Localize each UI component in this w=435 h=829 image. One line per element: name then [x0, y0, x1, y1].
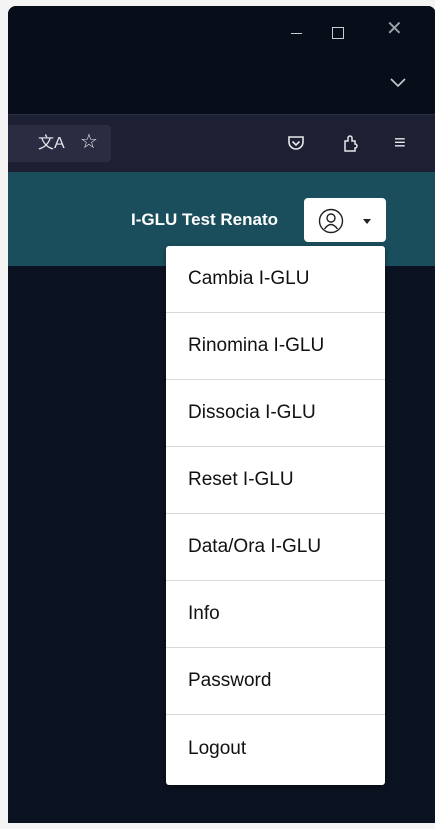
menu-item-data-ora[interactable]: Data/Ora I-GLU — [166, 514, 385, 581]
minimize-icon[interactable] — [291, 33, 302, 34]
chevron-down-icon[interactable] — [390, 78, 406, 88]
bookmark-star-icon[interactable]: ☆ — [80, 132, 98, 152]
menu-item-rinomina[interactable]: Rinomina I-GLU — [166, 313, 385, 380]
user-circle-icon — [318, 208, 344, 234]
translate-icon[interactable]: 文A — [38, 134, 65, 154]
close-icon[interactable]: ✕ — [386, 19, 403, 39]
extensions-icon[interactable] — [341, 133, 361, 153]
menu-item-dissocia[interactable]: Dissocia I-GLU — [166, 380, 385, 447]
menu-icon[interactable]: ≡ — [394, 133, 406, 153]
maximize-icon[interactable] — [332, 27, 344, 39]
menu-item-password[interactable]: Password — [166, 648, 385, 715]
title-bar: ✕ — [8, 6, 435, 114]
menu-item-reset[interactable]: Reset I-GLU — [166, 447, 385, 514]
user-menu-button[interactable] — [304, 198, 386, 242]
menu-item-cambia[interactable]: Cambia I-GLU — [166, 246, 385, 313]
browser-toolbar: 文A ☆ ≡ — [8, 114, 435, 172]
menu-item-info[interactable]: Info — [166, 581, 385, 648]
device-title: I-GLU Test Renato — [130, 210, 278, 229]
user-dropdown-menu: Cambia I-GLU Rinomina I-GLU Dissocia I-G… — [166, 246, 385, 785]
caret-down-icon — [363, 219, 371, 224]
browser-window: ✕ 文A ☆ ≡ I-GLU Test Renato Cambia I-GLU … — [8, 6, 435, 823]
pocket-icon[interactable] — [287, 134, 305, 152]
menu-item-logout[interactable]: Logout — [166, 715, 385, 782]
